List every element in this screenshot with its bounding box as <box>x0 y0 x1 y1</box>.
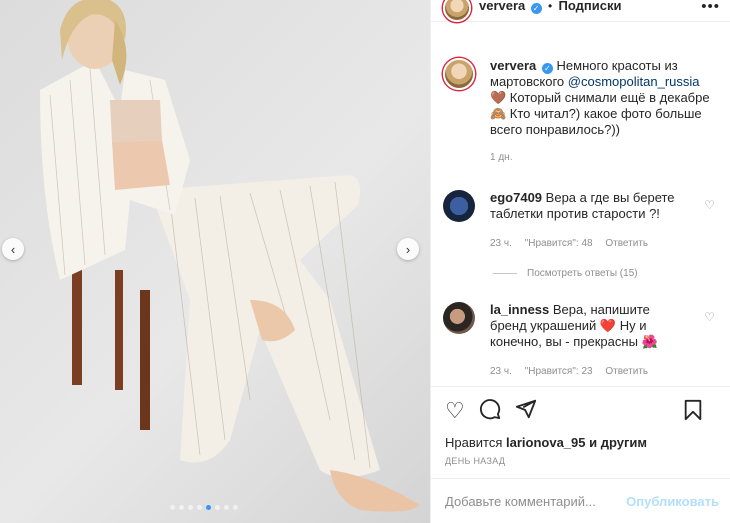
comment-icon[interactable] <box>479 398 501 424</box>
header-separator: • <box>547 0 553 13</box>
photo-illustration <box>40 0 420 512</box>
post-photo[interactable]: ‹ › <box>0 0 430 523</box>
likes-others-link[interactable]: и другим <box>589 435 647 450</box>
comment-username[interactable]: la_inness <box>490 302 549 317</box>
comment-time: 23 ч. <box>490 238 512 249</box>
comment-avatar[interactable] <box>443 302 475 334</box>
post-date: ДЕНЬ НАЗАД <box>445 456 506 466</box>
likes-summary: Нравится larionova_95 и другим <box>445 435 717 450</box>
caption-text-line2: 🤎 Который снимали ещё в декабре <box>490 90 710 105</box>
pagination-dot <box>197 505 202 510</box>
post-header: ververa ✓ • Подписки ••• <box>431 0 730 22</box>
pagination-dot <box>206 505 211 510</box>
comment-like-heart-icon[interactable]: ♡ <box>704 310 715 324</box>
comment-reply-button[interactable]: Ответить <box>605 366 648 377</box>
caption-username[interactable]: ververa <box>490 58 536 73</box>
add-comment-bar: Опубликовать <box>431 478 730 523</box>
verified-badge-icon: ✓ <box>541 63 553 74</box>
heart-icon[interactable]: ♡ <box>445 400 465 422</box>
pagination-dot <box>170 505 175 510</box>
author-avatar[interactable] <box>443 0 471 22</box>
pagination-dot <box>233 505 238 510</box>
caption-timestamp: 1 дн. <box>490 152 513 163</box>
comment-username[interactable]: ego7409 <box>490 190 542 205</box>
comment-meta: 23 ч. "Нравится": 23 Ответить <box>490 364 690 380</box>
comment-item: la_inness Вера, напишите бренд украшений… <box>443 302 723 380</box>
next-photo-button[interactable]: › <box>397 238 419 260</box>
post-actions: ♡ Нравится larionova_95 и другим ДЕНЬ НА… <box>431 386 730 466</box>
view-replies-link[interactable]: Посмотреть ответы (15) <box>493 268 638 279</box>
replies-divider-line <box>493 273 517 274</box>
pagination-dot <box>179 505 184 510</box>
share-icon[interactable] <box>515 398 537 424</box>
red-heart-emoji-icon: ❤️ <box>599 318 617 333</box>
pagination-dot <box>224 505 229 510</box>
likes-prefix: Нравится <box>445 435 503 450</box>
post-sidebar: ververa ✓ • Подписки ••• ververa ✓ Немно… <box>430 0 730 523</box>
following-button[interactable]: Подписки <box>559 0 622 13</box>
comment-reply-button[interactable]: Ответить <box>605 238 648 249</box>
verified-badge-icon: ✓ <box>530 2 542 14</box>
comment-likes-count[interactable]: "Нравится": 23 <box>525 366 593 377</box>
more-options-icon[interactable]: ••• <box>701 0 720 15</box>
comment-avatar[interactable] <box>443 190 475 222</box>
previous-photo-button[interactable]: ‹ <box>2 238 24 260</box>
flower-emoji-icon: 🌺 <box>641 334 658 349</box>
pagination-dot <box>215 505 220 510</box>
view-replies-label[interactable]: Посмотреть ответы (15) <box>527 268 638 279</box>
bookmark-icon[interactable] <box>683 399 703 425</box>
photo-pagination-dots <box>170 505 238 510</box>
pagination-dot <box>188 505 193 510</box>
author-username[interactable]: ververa <box>479 0 525 13</box>
comment-likes-count[interactable]: "Нравится": 48 <box>525 238 593 249</box>
comment-like-heart-icon[interactable]: ♡ <box>704 198 715 212</box>
comment-time: 23 ч. <box>490 366 512 377</box>
caption-text-line3: 🙈 Кто читал?) какое фото больше всего по… <box>490 106 702 137</box>
comment-meta: 23 ч. "Нравится": 48 Ответить <box>490 236 690 252</box>
likes-user-link[interactable]: larionova_95 <box>506 435 586 450</box>
caption-mention-link[interactable]: @cosmopolitan_russia <box>568 74 700 89</box>
post-caption: ververa ✓ Немного красоты из мартовского… <box>443 58 723 166</box>
comment-input[interactable] <box>445 493 627 509</box>
action-bar: ♡ <box>445 399 717 423</box>
publish-button[interactable]: Опубликовать <box>626 494 719 509</box>
comment-item: ego7409 Вера а где вы берете таблетки пр… <box>443 190 723 252</box>
caption-author-avatar[interactable] <box>443 58 475 90</box>
